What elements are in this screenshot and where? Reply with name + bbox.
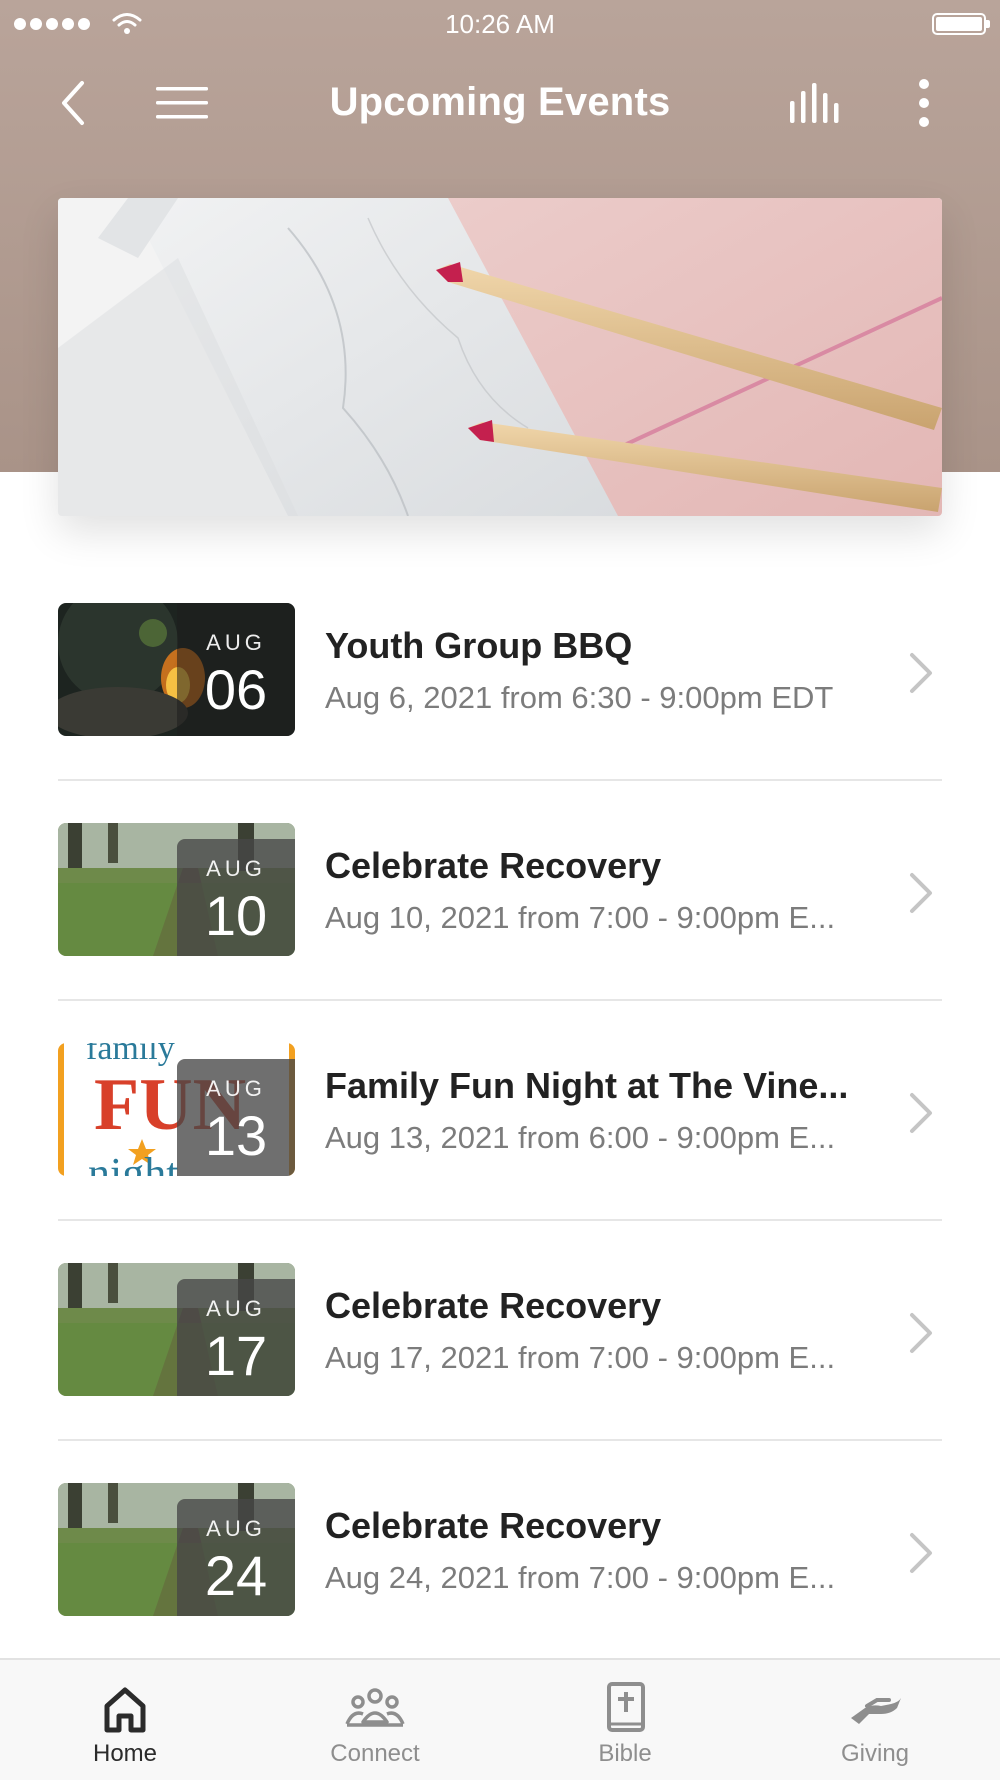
event-thumbnail: family FUN night AUG 13 xyxy=(58,1043,295,1176)
event-datetime: Aug 13, 2021 from 6:00 - 9:00pm E... xyxy=(325,1120,836,1155)
status-bar: 10:26 AM xyxy=(0,0,1000,50)
event-datetime: Aug 24, 2021 from 7:00 - 9:00pm E... xyxy=(325,1560,836,1595)
tab-home[interactable]: Home xyxy=(0,1660,250,1780)
date-month: AUG xyxy=(206,630,266,655)
tab-connect[interactable]: Connect xyxy=(250,1660,500,1780)
tab-label: Connect xyxy=(330,1740,420,1767)
event-row[interactable]: family FUN night AUG 13 Family Fun Night… xyxy=(58,1043,942,1263)
tab-giving[interactable]: Giving xyxy=(750,1660,1000,1780)
notebook-pencils-illustration xyxy=(58,198,942,516)
chevron-right-icon xyxy=(910,653,932,693)
chevron-right-icon xyxy=(910,873,932,913)
event-datetime: Aug 6, 2021 from 6:30 - 9:00pm EDT xyxy=(325,680,834,715)
date-month: AUG xyxy=(206,1516,266,1541)
row-divider xyxy=(58,1219,942,1221)
status-time: 10:26 AM xyxy=(445,9,555,39)
row-divider xyxy=(58,1439,942,1441)
tab-bible[interactable]: Bible xyxy=(500,1660,750,1780)
tab-bar: Home Connect Bible Giving xyxy=(0,1658,1000,1780)
more-vertical-icon xyxy=(919,79,929,127)
date-badge: AUG 13 xyxy=(177,1059,295,1176)
date-day: 06 xyxy=(204,658,268,721)
tab-label: Bible xyxy=(598,1740,652,1767)
date-badge: AUG 24 xyxy=(177,1499,295,1616)
event-row[interactable]: AUG 10 Celebrate Recovery Aug 10, 2021 f… xyxy=(58,823,942,1043)
giving-hand-icon xyxy=(851,1698,901,1724)
audio-bars-icon xyxy=(790,83,839,123)
event-datetime: Aug 10, 2021 from 7:00 - 9:00pm E... xyxy=(325,900,836,935)
bible-icon xyxy=(607,1682,645,1732)
people-icon xyxy=(345,1688,405,1727)
home-icon xyxy=(104,1687,146,1733)
date-day: 24 xyxy=(204,1544,268,1607)
event-thumbnail: AUG 24 xyxy=(58,1483,295,1616)
event-title: Family Fun Night at The Vine... xyxy=(325,1065,849,1106)
battery-icon xyxy=(932,13,986,35)
event-thumbnail: AUG 10 xyxy=(58,823,295,956)
tab-label: Giving xyxy=(840,1740,910,1767)
date-day: 13 xyxy=(204,1104,268,1167)
navigation-bar: Upcoming Events xyxy=(0,60,1000,150)
date-badge: AUG 17 xyxy=(177,1279,295,1396)
chevron-right-icon xyxy=(910,1093,932,1133)
event-datetime: Aug 17, 2021 from 7:00 - 9:00pm E... xyxy=(325,1340,836,1375)
event-row[interactable]: AUG 17 Celebrate Recovery Aug 17, 2021 f… xyxy=(58,1263,942,1483)
date-month: AUG xyxy=(206,1296,266,1321)
date-month: AUG xyxy=(206,1076,266,1101)
events-list: AUG 06 Youth Group BBQ Aug 6, 2021 from … xyxy=(58,603,942,1703)
battery-tip xyxy=(986,20,990,28)
chevron-right-icon xyxy=(910,1533,932,1573)
date-badge: AUG 06 xyxy=(177,603,295,736)
event-row[interactable]: AUG 06 Youth Group BBQ Aug 6, 2021 from … xyxy=(58,603,942,823)
hero-image xyxy=(58,198,942,516)
thumbnail-text-night: night xyxy=(88,1149,178,1176)
chevron-right-icon xyxy=(910,1313,932,1353)
date-day: 17 xyxy=(204,1324,268,1387)
date-day: 10 xyxy=(204,884,268,947)
date-month: AUG xyxy=(206,856,266,881)
date-badge: AUG 10 xyxy=(177,839,295,956)
event-thumbnail: AUG 17 xyxy=(58,1263,295,1396)
event-title: Celebrate Recovery xyxy=(325,845,662,886)
event-thumbnail: AUG 06 xyxy=(58,603,295,736)
event-title: Celebrate Recovery xyxy=(325,1285,662,1326)
row-divider xyxy=(58,779,942,781)
event-title: Youth Group BBQ xyxy=(325,625,633,666)
event-title: Celebrate Recovery xyxy=(325,1505,662,1546)
tab-label: Home xyxy=(92,1740,158,1767)
row-divider xyxy=(58,999,942,1001)
audio-button[interactable] xyxy=(782,68,852,138)
more-options-button[interactable] xyxy=(889,68,959,138)
